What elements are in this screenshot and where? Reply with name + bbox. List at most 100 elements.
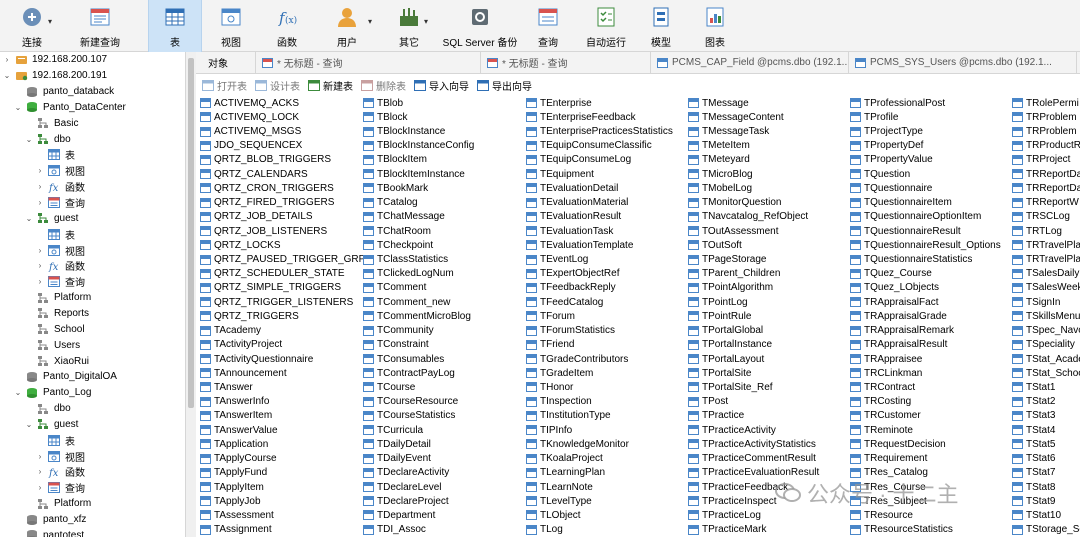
table-item[interactable]: TEvaluationDetail [526,181,618,195]
table-item[interactable]: TRReportDa [1012,181,1080,195]
table-item[interactable]: TBlockItem [363,153,427,167]
table-item[interactable]: QRTZ_JOB_DETAILS [200,210,313,224]
tree-item[interactable]: ⌄ Panto_Log [13,385,92,401]
table-item[interactable]: TRContract [850,380,915,394]
table-item[interactable]: TAcademy [200,324,261,338]
table-item[interactable]: TFeedbackReply [526,281,616,295]
table-item[interactable]: TEnterprise [526,96,592,110]
table-item[interactable]: TReminote [850,423,913,437]
table-item[interactable]: TRTravelPla [1012,238,1080,252]
chevron-right-icon[interactable]: › [35,277,45,286]
table-item[interactable]: TPointRule [688,309,751,323]
table-item[interactable]: TBlob [363,96,403,110]
table-item[interactable]: TApplyFund [200,466,267,480]
table-item[interactable]: TParent_Children [688,267,780,281]
tree-item[interactable]: XiaoRui [24,353,89,369]
tree-item[interactable]: › 视图 [35,448,85,464]
table-item[interactable]: TEquipment [526,167,594,181]
table-item[interactable]: TBlock [363,110,408,124]
table-item[interactable]: TApplyCourse [200,452,277,466]
table-item[interactable]: TPracticeActivity [688,423,776,437]
table-item[interactable]: TDeclareProject [363,494,449,508]
toolbar-button-10[interactable]: 模型 [642,0,680,52]
tree-item[interactable]: ⌄ dbo [24,131,71,147]
chevron-down-icon[interactable]: ▾ [368,17,372,26]
table-item[interactable]: TEvaluationResult [526,210,621,224]
table-item[interactable]: TStat7 [1012,466,1055,480]
tree-item[interactable]: Users [24,337,80,353]
table-item[interactable]: QRTZ_PAUSED_TRIGGER_GRPS [200,252,372,266]
table-item[interactable]: TEnterprisePracticesStatistics [526,124,673,138]
toolbar-button-3[interactable]: 视图 [205,0,257,52]
table-item[interactable]: TRProductR [1012,139,1080,153]
table-item[interactable]: TRequestDecision [850,437,946,451]
table-item[interactable]: TPortalSite_Ref [688,380,773,394]
chevron-right-icon[interactable]: › [35,198,45,207]
table-item[interactable]: TPropertyDef [850,139,923,153]
table-item[interactable]: QRTZ_BLOB_TRIGGERS [200,153,331,167]
table-item[interactable]: TStat1 [1012,380,1055,394]
table-item[interactable]: TApplyJob [200,494,261,508]
table-item[interactable]: TMeteyard [688,153,750,167]
table-item[interactable]: TForumStatistics [526,324,615,338]
table-item[interactable]: TMeteItem [688,139,750,153]
table-item[interactable]: TOutAssessment [688,224,779,238]
table-item[interactable]: TLearningPlan [526,466,605,480]
table-item[interactable]: TActivityQuestionnaire [200,352,313,366]
tree-item[interactable]: 表 [35,147,75,163]
toolbar-button-8[interactable]: 查询 [528,0,568,52]
table-item[interactable]: TPracticeCommentResult [688,452,816,466]
table-item[interactable]: THonor [526,380,573,394]
table-item[interactable]: TRAppraisalResult [850,338,947,352]
table-item[interactable]: TPortalInstance [688,338,772,352]
table-item[interactable]: TChatMessage [363,210,445,224]
tree-item[interactable]: Platform [24,496,91,512]
design-table-button[interactable]: 设计表 [255,78,300,93]
table-item[interactable]: TBookMark [363,181,428,195]
table-item[interactable]: TPracticeActivityStatistics [688,437,816,451]
table-item[interactable]: TPost [688,395,728,409]
table-item[interactable]: TStat_Schoo [1012,366,1080,380]
toolbar-button-0[interactable]: 连接 ▾ [8,0,56,52]
table-item[interactable]: TPractice [688,409,744,423]
table-item[interactable]: TConsumables [363,352,444,366]
table-item[interactable]: TRTLog [1012,224,1062,238]
tree-item[interactable]: › 视图 [35,163,85,179]
table-item[interactable]: TRSCLog [1012,210,1070,224]
table-item[interactable]: TBlockInstanceConfig [363,139,474,153]
toolbar-button-9[interactable]: 自动运行 [578,0,634,52]
table-item[interactable]: TQuestionnaire [850,181,932,195]
table-item[interactable]: TQuestion [850,167,910,181]
chevron-right-icon[interactable]: › [35,467,45,476]
table-item[interactable]: TPointAlgorithm [688,281,773,295]
table-item[interactable]: QRTZ_SIMPLE_TRIGGERS [200,281,341,295]
table-item[interactable]: TPracticeFeedback [688,480,788,494]
tree-item[interactable]: Panto_DigitalOA [13,369,117,385]
table-item[interactable]: QRTZ_FIRED_TRIGGERS [200,196,334,210]
table-item[interactable]: TSpeciality [1012,338,1075,352]
table-item[interactable]: TApplication [200,437,268,451]
tree-item[interactable]: › fx 函数 [35,464,85,480]
toolbar-button-7[interactable]: SQL Server 备份 [440,0,520,52]
table-item[interactable]: TNavcatalog_RefObject [688,210,808,224]
chevron-right-icon[interactable]: › [35,182,45,191]
table-item[interactable]: TCourseStatistics [363,409,455,423]
table-item[interactable]: TProfessionalPost [850,96,945,110]
table-item[interactable]: TStat8 [1012,480,1055,494]
table-item[interactable]: TRequirement [850,452,927,466]
delete-table-button[interactable]: 删除表 [361,78,406,93]
table-item[interactable]: TRAppraisee [850,352,922,366]
table-item[interactable]: TLearnNote [526,480,593,494]
table-item[interactable]: TInspection [526,395,592,409]
table-item[interactable]: TEvaluationTask [526,224,613,238]
tab-1[interactable]: * 无标题 - 查询 [256,51,481,74]
table-item[interactable]: TQuestionnaireStatistics [850,252,972,266]
table-item[interactable]: TFriend [526,338,574,352]
table-item[interactable]: TBlockInstance [363,124,445,138]
tree-item[interactable]: panto_databack [13,84,114,100]
table-item[interactable]: TMobelLog [688,181,752,195]
table-item[interactable]: QRTZ_TRIGGER_LISTENERS [200,295,353,309]
table-item[interactable]: TResourceStatistics [850,523,953,537]
table-item[interactable]: TQuestionnaireOptionItem [850,210,981,224]
table-item[interactable]: TAnswer [200,380,253,394]
